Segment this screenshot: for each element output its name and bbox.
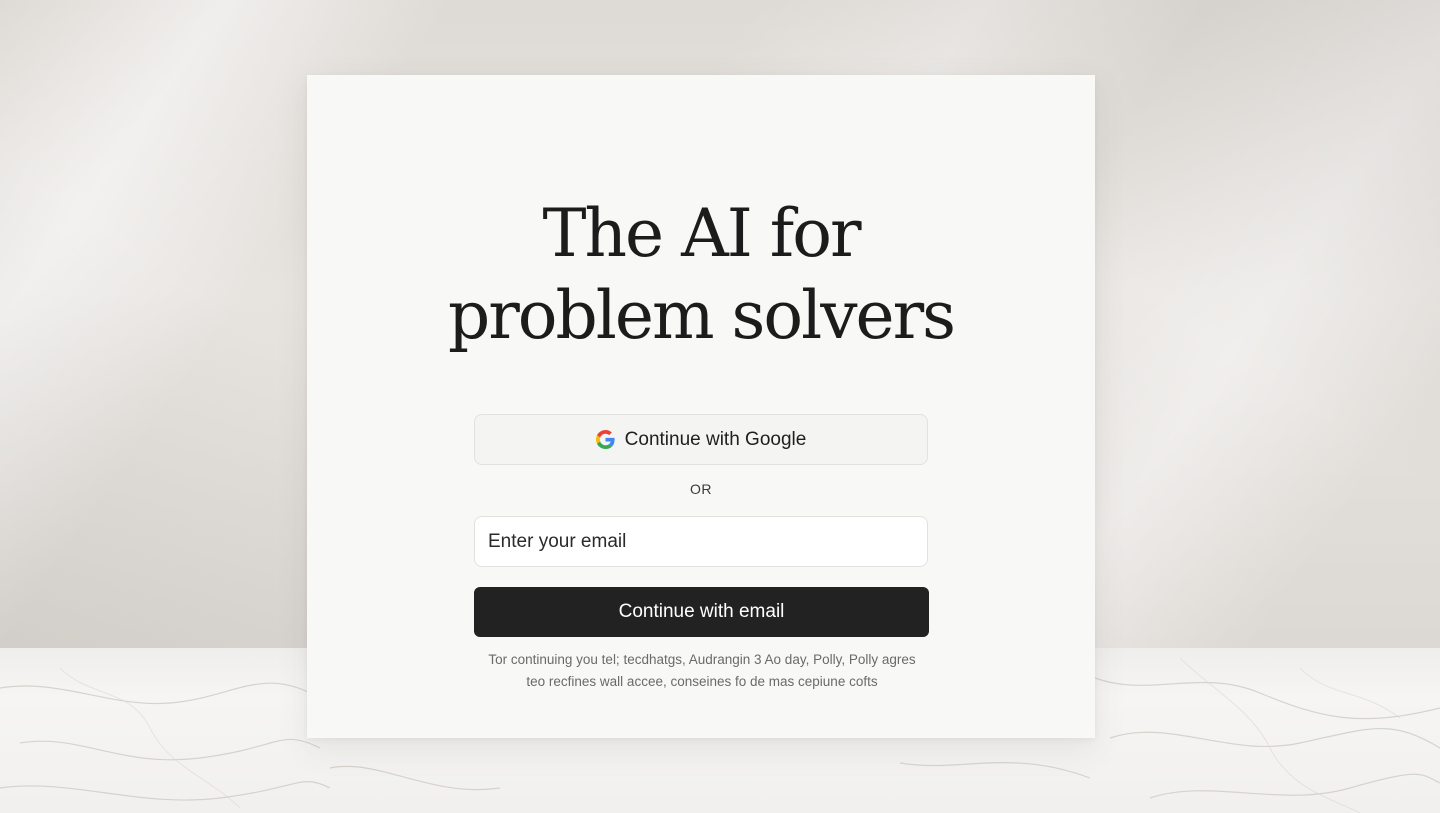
legal-disclaimer: Tor continuing you tel; tecdhatgs, Audra… [447, 649, 957, 693]
headline: The AI for problem solvers [307, 193, 1095, 357]
google-button-label: Continue with Google [624, 428, 807, 450]
continue-with-google-button[interactable]: Continue with Google [474, 414, 928, 465]
google-g-icon [595, 430, 615, 449]
login-card: The AI for problem solvers Continue with… [307, 75, 1095, 738]
headline-line-2: problem solvers [448, 277, 956, 354]
headline-line-1: The AI for [542, 195, 862, 272]
continue-with-email-button[interactable]: Continue with email [474, 587, 929, 637]
email-input[interactable] [474, 516, 928, 567]
or-divider: OR [690, 481, 712, 497]
legal-line-1: Tor continuing you tel; tecdhatgs, Audra… [488, 652, 916, 667]
legal-line-2: teo recfines wall accee, conseines fo de… [526, 674, 878, 689]
